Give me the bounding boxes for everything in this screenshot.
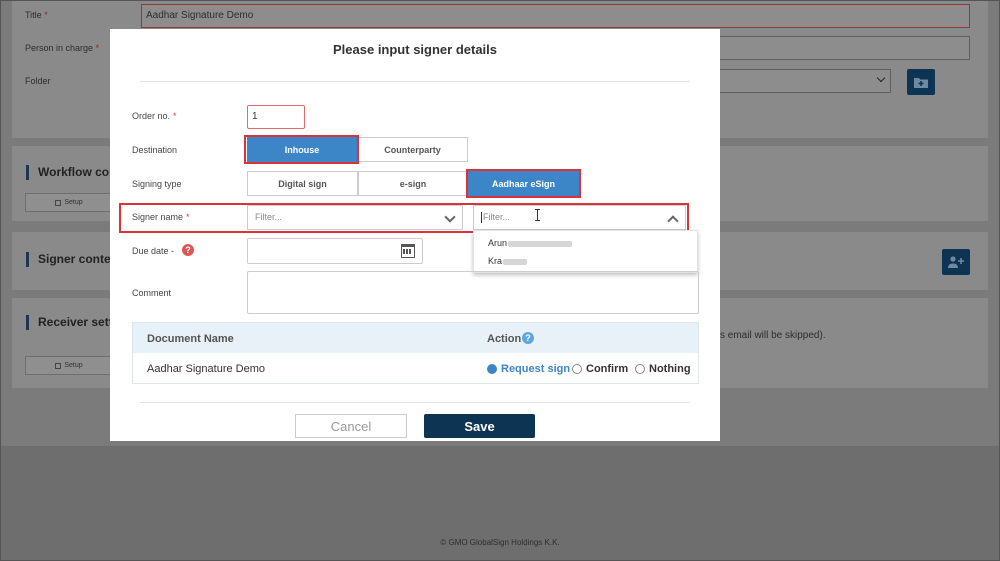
signing-type-esign[interactable]: e-sign bbox=[358, 171, 468, 196]
receiver-section-title: Receiver sett bbox=[26, 315, 113, 330]
col-document-name: Document Name bbox=[147, 333, 234, 345]
person-label: Person in charge * bbox=[25, 43, 100, 53]
divider bbox=[140, 81, 690, 82]
redacted-text bbox=[508, 240, 573, 247]
redacted-text bbox=[503, 258, 528, 265]
due-date-label: Due date - bbox=[132, 246, 175, 256]
add-signer-button[interactable] bbox=[942, 249, 970, 275]
radio-icon bbox=[635, 364, 645, 374]
signing-type-label: Signing type bbox=[132, 179, 182, 189]
receiver-setup-button[interactable]: Setup bbox=[25, 356, 113, 375]
destination-label: Destination bbox=[132, 145, 178, 155]
action-request-sign[interactable]: Request sign bbox=[487, 363, 570, 375]
modal-title: Please input signer details bbox=[333, 42, 497, 57]
signer-section-title: Signer conte bbox=[26, 252, 111, 267]
save-button[interactable]: Save bbox=[424, 414, 535, 438]
title-label: Title * bbox=[25, 10, 48, 20]
chevron-up-icon bbox=[667, 215, 679, 227]
document-table: Document Name Action ? Aadhar Signature … bbox=[132, 322, 699, 384]
add-user-icon bbox=[948, 256, 964, 268]
footer-copyright: © GMO GlobalSign Holdings K.K. bbox=[440, 538, 560, 547]
signing-type-aadhaar[interactable]: Aadhaar eSign bbox=[468, 171, 579, 196]
col-action: Action bbox=[487, 333, 522, 345]
help-icon[interactable]: ? bbox=[522, 332, 534, 344]
signer-name-label: Signer name * bbox=[132, 212, 190, 222]
order-label: Order no. * bbox=[132, 111, 177, 121]
cursor-ibeam-icon bbox=[535, 209, 540, 221]
signer-dropdown: Arun Kra bbox=[473, 230, 698, 273]
divider bbox=[140, 402, 690, 403]
calendar-icon[interactable] bbox=[401, 244, 415, 258]
order-input[interactable]: 1 bbox=[247, 105, 305, 129]
table-header: Document Name Action ? bbox=[133, 323, 698, 353]
text-caret bbox=[481, 212, 482, 224]
document-name: Aadhar Signature Demo bbox=[147, 363, 266, 375]
workflow-section-title: Workflow cor bbox=[26, 165, 114, 180]
signing-type-digital[interactable]: Digital sign bbox=[247, 171, 358, 196]
folder-select[interactable] bbox=[719, 69, 891, 93]
dropdown-item[interactable]: Kra bbox=[488, 256, 528, 266]
person-input[interactable] bbox=[719, 36, 970, 60]
checkbox-icon bbox=[55, 199, 62, 206]
workflow-setup-button[interactable]: Setup bbox=[25, 193, 113, 212]
add-folder-button[interactable] bbox=[907, 69, 935, 95]
signer-filter-1[interactable]: Filter... bbox=[247, 205, 463, 230]
dropdown-item[interactable]: Arun bbox=[488, 238, 573, 248]
help-icon[interactable]: ? bbox=[182, 244, 194, 256]
cancel-button[interactable]: Cancel bbox=[295, 414, 407, 438]
radio-selected-icon bbox=[487, 364, 497, 374]
radio-icon bbox=[572, 364, 582, 374]
checkbox-icon bbox=[55, 362, 62, 369]
title-input[interactable]: Aadhar Signature Demo bbox=[141, 4, 970, 28]
signer-details-modal: Please input signer details Order no. * 1… bbox=[110, 29, 720, 441]
action-confirm[interactable]: Confirm bbox=[572, 363, 628, 375]
due-date-input[interactable] bbox=[247, 238, 423, 264]
destination-inhouse[interactable]: Inhouse bbox=[247, 137, 357, 162]
action-nothing[interactable]: Nothing bbox=[635, 363, 691, 375]
comment-textarea[interactable] bbox=[247, 271, 699, 314]
folder-label: Folder bbox=[25, 76, 51, 86]
chevron-down-icon bbox=[876, 73, 886, 83]
chevron-down-icon bbox=[444, 211, 456, 223]
comment-label: Comment bbox=[132, 288, 172, 298]
receiver-note: s email will be skipped). bbox=[720, 330, 826, 341]
destination-counterparty[interactable]: Counterparty bbox=[357, 137, 468, 162]
folder-add-icon bbox=[914, 78, 928, 88]
signer-filter-2[interactable]: Filter... bbox=[473, 205, 686, 230]
